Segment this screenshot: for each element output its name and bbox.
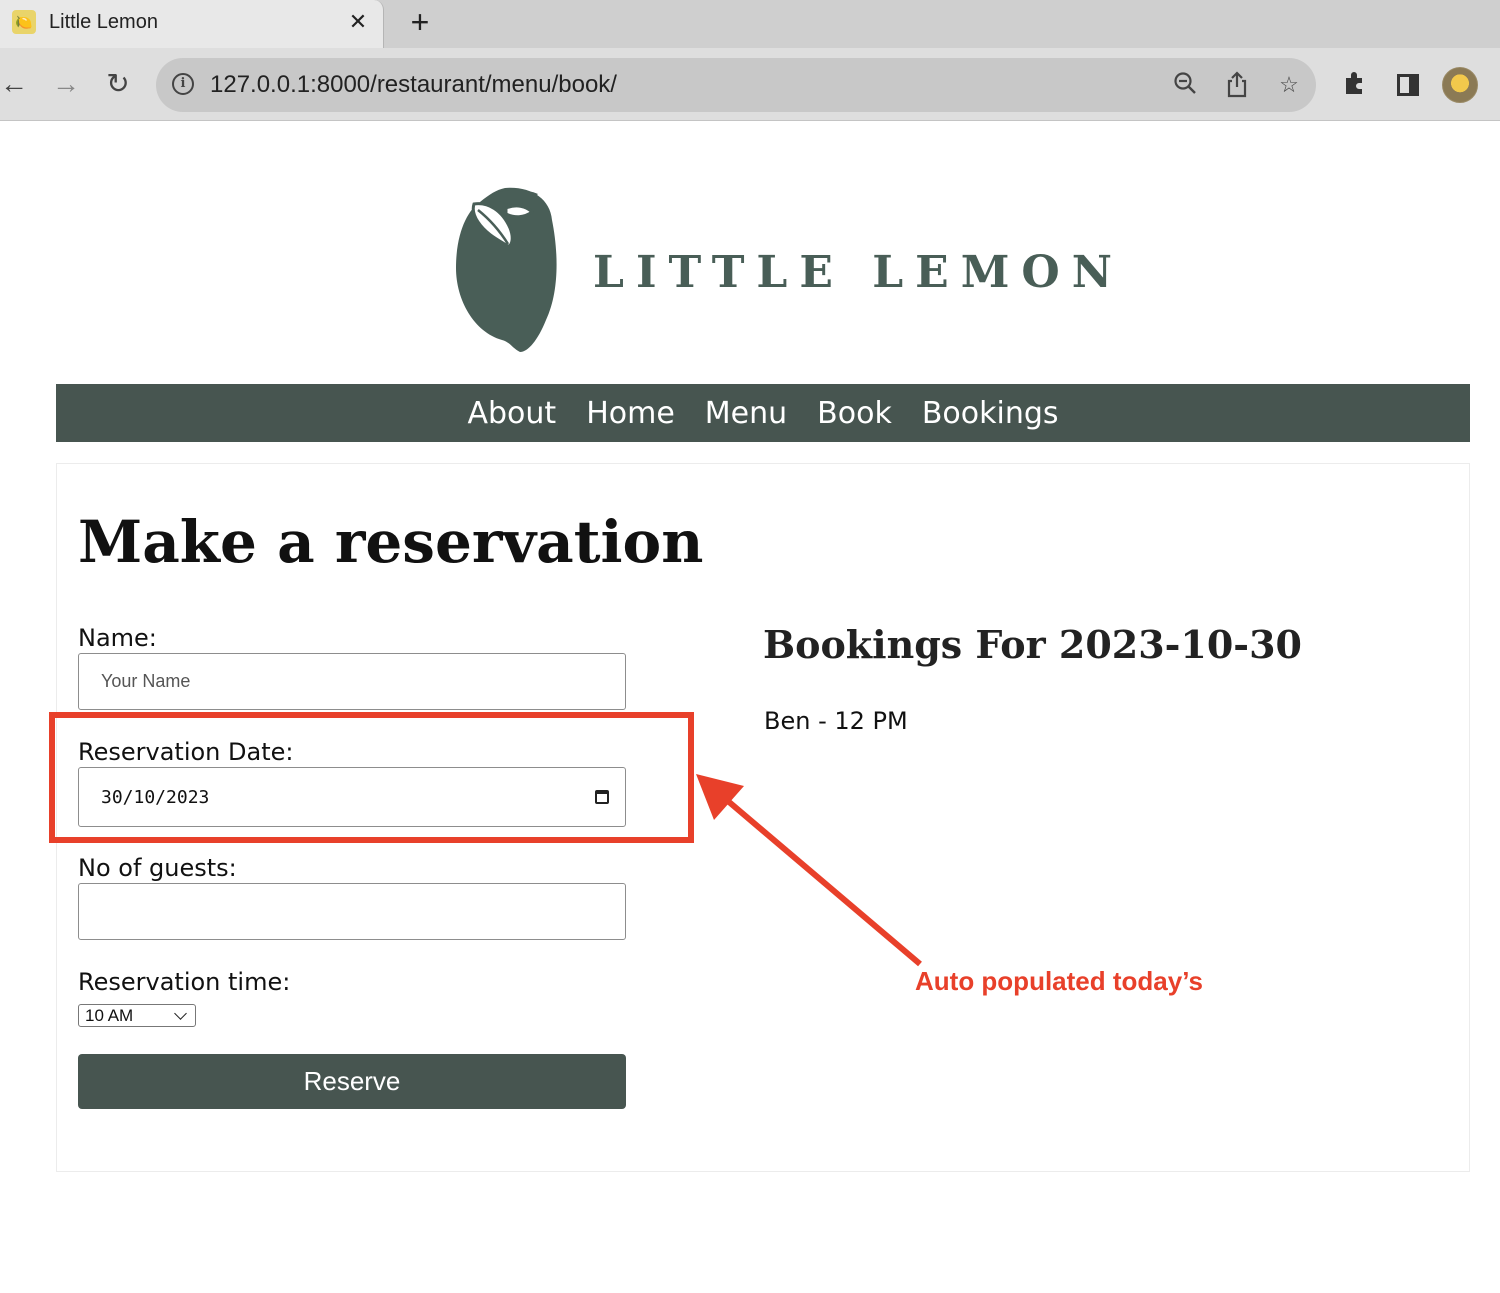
chevron-down-icon xyxy=(174,1006,187,1020)
new-tab-icon[interactable]: + xyxy=(404,4,436,40)
nav-link-menu[interactable]: Menu xyxy=(705,396,787,431)
star-icon[interactable]: ☆ xyxy=(1274,70,1304,100)
browser-tab[interactable]: 🍋 Little Lemon ✕ xyxy=(0,0,384,48)
nav-link-book[interactable]: Book xyxy=(817,396,892,431)
page-title: Make a reservation xyxy=(78,508,704,576)
nav-link-bookings[interactable]: Bookings xyxy=(922,396,1059,431)
profile-avatar[interactable] xyxy=(1442,67,1478,103)
guests-input[interactable] xyxy=(78,883,626,940)
booking-list-item: Ben - 12 PM xyxy=(764,707,908,735)
name-input[interactable] xyxy=(78,653,626,710)
guests-label: No of guests: xyxy=(78,854,237,882)
nav-link-about[interactable]: About xyxy=(467,396,556,431)
reserve-button[interactable]: Reserve xyxy=(78,1054,626,1109)
side-panel-icon[interactable] xyxy=(1397,74,1419,96)
name-label: Name: xyxy=(78,624,157,652)
tab-title: Little Lemon xyxy=(49,11,158,33)
share-icon[interactable] xyxy=(1222,70,1252,100)
info-icon[interactable]: i xyxy=(172,73,194,95)
reservation-time-value: 10 AM xyxy=(85,1005,134,1025)
forward-icon[interactable]: → xyxy=(50,66,82,102)
annotation-highlight-box xyxy=(49,712,694,843)
url-text[interactable]: 127.0.0.1:8000/restaurant/menu/book/ xyxy=(210,71,617,99)
reservation-time-select[interactable]: 10 AM xyxy=(78,1004,196,1027)
reload-icon[interactable]: ↻ xyxy=(102,66,134,102)
annotation-text: Auto populated today’s xyxy=(915,966,1203,996)
close-tab-icon[interactable]: ✕ xyxy=(346,8,370,36)
zoom-icon[interactable] xyxy=(1170,70,1200,100)
extensions-icon[interactable] xyxy=(1340,70,1370,100)
bookings-title: Bookings For 2023-10-30 xyxy=(763,622,1302,667)
reservation-time-label: Reservation time: xyxy=(78,968,291,996)
nav-link-home[interactable]: Home xyxy=(586,396,675,431)
lemon-favicon-icon: 🍋 xyxy=(12,10,36,34)
back-icon[interactable]: ← xyxy=(0,66,30,102)
logo-wordmark: LITTLE LEMON xyxy=(593,247,1124,298)
main-navigation: About Home Menu Book Bookings xyxy=(56,384,1470,442)
